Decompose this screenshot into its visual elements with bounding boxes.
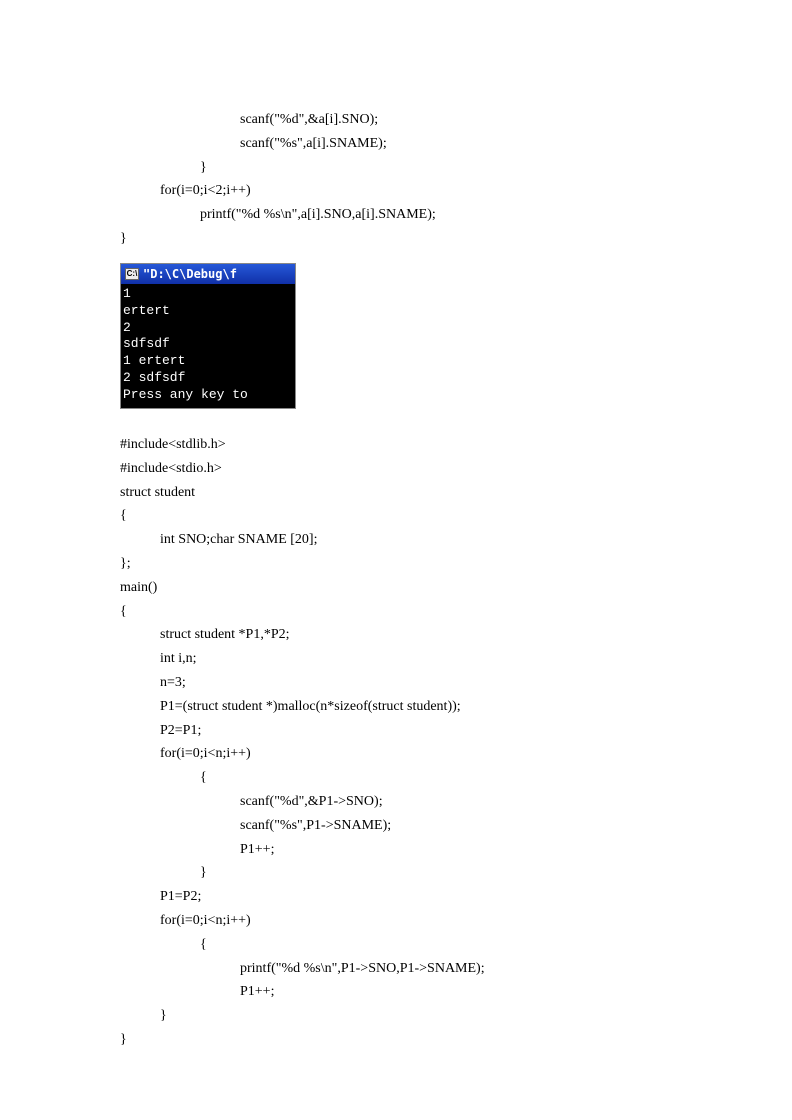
code-line: } (120, 1028, 672, 1052)
code-line: scanf("%d",&P1->SNO); (120, 790, 672, 814)
code-line: for(i=0;i<n;i++) (120, 742, 672, 766)
code-line: scanf("%d",&a[i].SNO); (120, 108, 672, 132)
console-window: C:\ "D:\C\Debug\f 1 ertert 2 sdfsdf 1 er… (120, 263, 296, 409)
code-line: } (120, 1004, 672, 1028)
console-title: "D:\C\Debug\f (143, 264, 237, 284)
code-line: { (120, 504, 672, 528)
code-line: struct student (120, 481, 672, 505)
code-line: { (120, 600, 672, 624)
code-line: printf("%d %s\n",a[i].SNO,a[i].SNAME); (120, 203, 672, 227)
code-line: for(i=0;i<n;i++) (120, 909, 672, 933)
code-line: } (120, 156, 672, 180)
code-line: scanf("%s",a[i].SNAME); (120, 132, 672, 156)
code-block-1: scanf("%d",&a[i].SNO); scanf("%s",a[i].S… (120, 108, 672, 251)
code-line: n=3; (120, 671, 672, 695)
code-line: P1=(struct student *)malloc(n*sizeof(str… (120, 695, 672, 719)
code-line: printf("%d %s\n",P1->SNO,P1->SNAME); (120, 957, 672, 981)
code-line: }; (120, 552, 672, 576)
console-output: 1 ertert 2 sdfsdf 1 ertert 2 sdfsdf Pres… (121, 284, 295, 408)
code-line: { (120, 933, 672, 957)
code-line: P1++; (120, 838, 672, 862)
code-line: } (120, 861, 672, 885)
code-line: main() (120, 576, 672, 600)
cmd-icon: C:\ (125, 268, 139, 280)
console-title-bar: C:\ "D:\C\Debug\f (121, 264, 295, 284)
code-line: int i,n; (120, 647, 672, 671)
code-block-2: #include<stdlib.h> #include<stdio.h> str… (120, 433, 672, 1052)
code-line: } (120, 227, 672, 251)
code-line: { (120, 766, 672, 790)
code-line: P2=P1; (120, 719, 672, 743)
code-line: #include<stdlib.h> (120, 433, 672, 457)
code-line: for(i=0;i<2;i++) (120, 179, 672, 203)
code-line: #include<stdio.h> (120, 457, 672, 481)
code-line: P1++; (120, 980, 672, 1004)
code-line: struct student *P1,*P2; (120, 623, 672, 647)
code-line: int SNO;char SNAME [20]; (120, 528, 672, 552)
code-line: scanf("%s",P1->SNAME); (120, 814, 672, 838)
code-line: P1=P2; (120, 885, 672, 909)
